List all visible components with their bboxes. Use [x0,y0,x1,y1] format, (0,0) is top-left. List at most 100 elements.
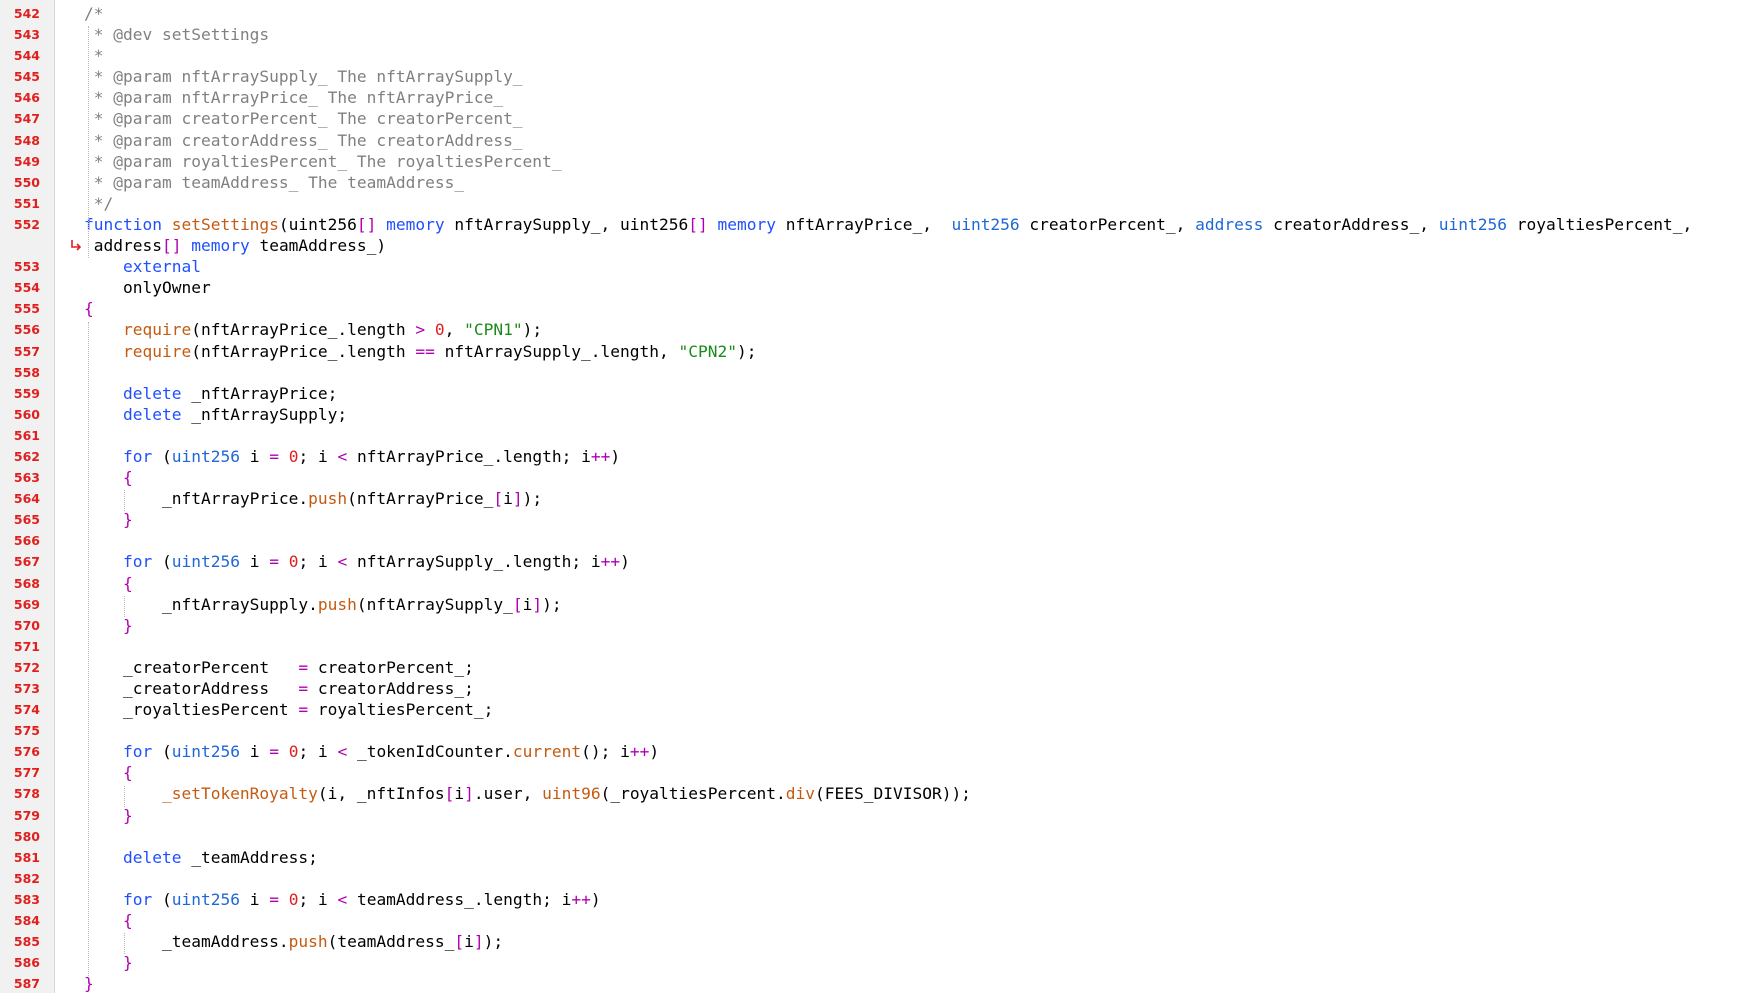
code-line[interactable]: 550 * @param teamAddress_ The teamAddres… [14,172,1746,193]
code-token: [ [493,489,504,509]
code-text: for (uint256 i = 0; i < nftArrayPrice_.l… [84,446,620,467]
code-line[interactable]: 566 [14,530,1746,551]
code-text: * @param creatorPercent_ The creatorPerc… [84,108,523,129]
code-line[interactable]: 577 { [14,762,1746,783]
line-number: 556 [13,322,40,338]
code-line[interactable]: 573 _creatorAddress = creatorAddress_; [14,678,1746,699]
code-line[interactable]: address[] memory teamAddress_) [54,235,1746,256]
code-line[interactable]: 557 require(nftArrayPrice_.length == nft… [14,341,1746,362]
code-line[interactable]: 581 delete _teamAddress; [14,847,1746,868]
code-text: for (uint256 i = 0; i < teamAddress_.len… [84,889,601,910]
code-token: _teamAddress; [181,847,318,867]
code-editor[interactable]: 542/* 543 * @dev setSettings 544 * 545 * @p… [0,0,1746,993]
code-line[interactable]: 587} [14,973,1746,994]
code-line[interactable]: 569 _nftArraySupply.push(nftArraySupply_… [14,594,1746,615]
code-token: ( [152,742,172,762]
code-line[interactable]: 549 * @param royaltiesPercent_ The royal… [14,151,1746,172]
line-number: 587 [13,976,40,992]
code-line[interactable]: 559 delete _nftArrayPrice; [14,383,1746,404]
line-number: 561 [13,427,40,443]
code-token: { [84,468,133,488]
code-token: _nftArrayPrice; [181,383,338,403]
code-text: * [84,45,104,66]
code-line[interactable]: 542 /* [14,3,1746,24]
code-token: i [239,552,270,572]
code-area[interactable]: 542/* 543 * @dev setSettings 544 * 545 * @p… [14,3,1746,994]
code-token: * @param nftArrayPrice_ The nftArrayPric… [84,88,504,108]
code-line[interactable]: 547 * @param creatorPercent_ The creator… [14,108,1746,129]
code-line[interactable]: 555 { [14,298,1746,319]
code-line[interactable]: 552 function setSettings(uint256[] memory… [14,214,1746,235]
code-text: { [84,762,133,783]
code-token: ) [590,889,601,909]
code-line[interactable]: 554 onlyOwner [14,277,1746,298]
line-number: 580 [13,828,40,844]
code-line[interactable]: 575 [14,720,1746,741]
code-text: _creatorAddress = creatorAddress_; [84,678,474,699]
code-token: _teamAddress. [84,932,289,952]
code-line[interactable]: 545 * @param nftArraySupply_ The nftArra… [14,66,1746,87]
code-text: { [84,467,133,488]
line-number: 545 [13,69,40,85]
code-line[interactable]: 558 [14,362,1746,383]
code-token: { [84,763,133,783]
code-token: } [84,974,94,994]
code-token: ); [522,320,543,340]
code-line[interactable]: 561 [14,425,1746,446]
code-line[interactable]: 543 * @dev setSettings [14,24,1746,45]
indent-guide [88,321,89,976]
code-text: * @param nftArrayPrice_ The nftArrayPric… [84,87,503,108]
code-token: [ [444,784,455,804]
code-line[interactable]: 546 * @param nftArrayPrice_ The nftArray… [14,87,1746,108]
code-line[interactable]: 548 * @param creatorAddress_ The creator… [14,130,1746,151]
code-line[interactable]: 556 require(nftArrayPrice_.length > 0, "… [14,319,1746,340]
line-number: 576 [13,744,40,760]
code-token: push [308,489,348,509]
code-line[interactable]: 584 { [14,910,1746,931]
code-token: ) [649,742,660,762]
code-line[interactable]: 586 } [14,952,1746,973]
code-line[interactable]: 579 } [14,805,1746,826]
code-token: teamAddress_) [249,236,387,256]
code-line[interactable]: 580 [14,826,1746,847]
code-token: < [337,742,348,762]
line-wrap-icon [71,240,82,251]
code-line[interactable]: 544 * [14,45,1746,66]
code-token: for [84,742,153,762]
code-token: uint256 [171,889,240,909]
code-text: delete _nftArrayPrice; [84,383,337,404]
code-token: address [84,236,162,256]
code-line[interactable]: 576 for (uint256 i = 0; i < _tokenIdCoun… [14,741,1746,762]
code-line[interactable]: 572 _creatorPercent = creatorPercent_; [14,657,1746,678]
code-token: ] [473,932,484,952]
code-line[interactable]: 562 for (uint256 i = 0; i < nftArrayPric… [14,446,1746,467]
line-number: 547 [13,111,40,127]
code-token: memory [181,236,250,256]
code-token: = [269,889,279,909]
code-line[interactable]: 565 } [14,509,1746,530]
code-line[interactable]: 563 { [14,467,1746,488]
code-token: (i, _nftInfos [317,784,445,804]
code-token: ++ [600,552,621,572]
code-line[interactable]: 560 delete _nftArraySupply; [14,404,1746,425]
code-token: } [84,510,133,530]
line-number: 542 [13,6,40,21]
code-line[interactable]: 570 } [14,615,1746,636]
code-token: memory [376,214,445,234]
code-line[interactable]: 571 [14,636,1746,657]
code-token: onlyOwner [84,278,211,298]
code-line[interactable]: 568 { [14,573,1746,594]
code-line[interactable]: 582 [14,868,1746,889]
code-line[interactable]: 583 for (uint256 i = 0; i < teamAddress_… [14,889,1746,910]
code-line[interactable]: 578 _setTokenRoyalty(i, _nftInfos[i].use… [14,783,1746,804]
code-line[interactable]: 551 */ [14,193,1746,214]
code-token: } [84,805,133,825]
code-token: i [454,784,465,804]
code-line[interactable]: 553 external [14,256,1746,277]
code-line[interactable]: 585 _teamAddress.push(teamAddress_[i]); [14,931,1746,952]
code-token: < [337,889,348,909]
code-token: _setTokenRoyalty [84,784,318,804]
code-line[interactable]: 567 for (uint256 i = 0; i < nftArraySupp… [14,551,1746,572]
code-line[interactable]: 574 _royaltiesPercent = royaltiesPercent… [14,699,1746,720]
code-line[interactable]: 564 _nftArrayPrice.push(nftArrayPrice_[i… [14,488,1746,509]
